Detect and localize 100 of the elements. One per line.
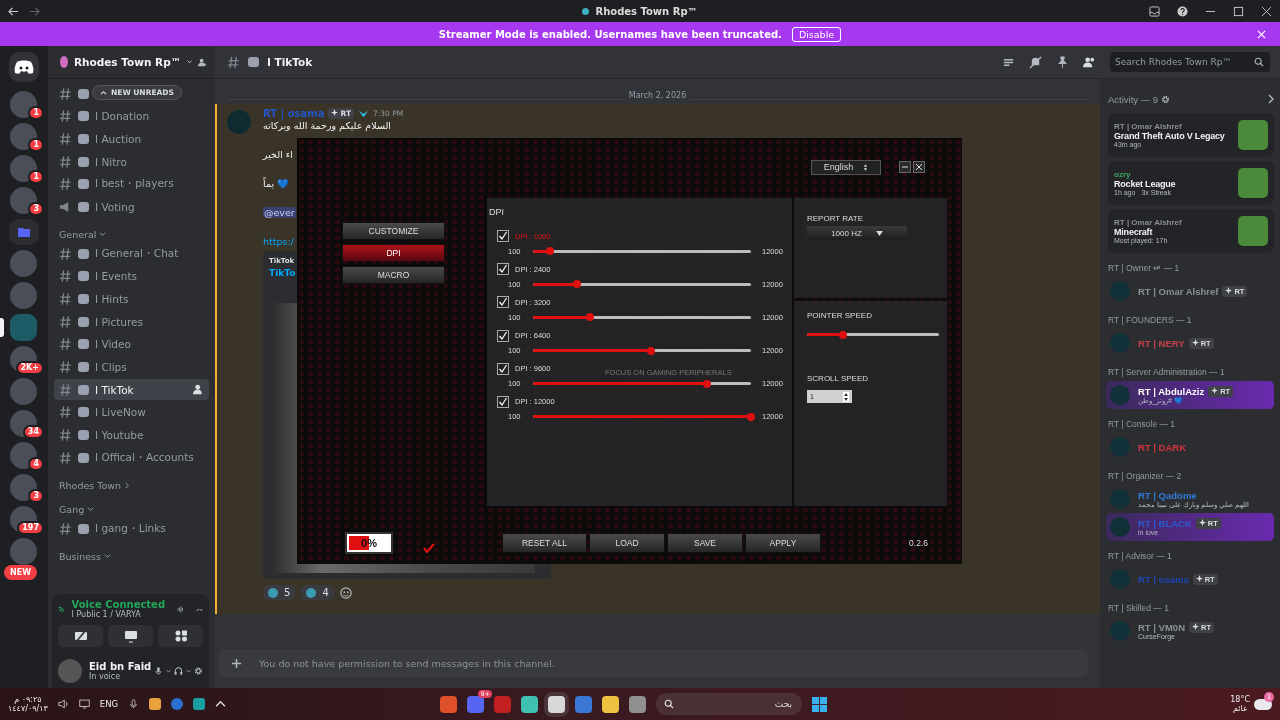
chevron-down-icon[interactable] <box>187 59 193 65</box>
channel-item[interactable]: I Youtube <box>54 424 209 446</box>
monitor-icon[interactable] <box>78 699 90 709</box>
chevron-right-icon[interactable] <box>1268 94 1274 104</box>
tab[interactable]: MACRO <box>342 266 445 284</box>
channel-item[interactable]: I Donation <box>54 105 209 127</box>
channel-item[interactable]: I TikTok <box>54 379 209 401</box>
server-name[interactable]: Rhodes Town Rp™ <box>73 56 182 68</box>
activities-button[interactable] <box>158 625 203 647</box>
chevron-icon[interactable] <box>125 482 131 489</box>
mention[interactable]: @ever <box>263 207 296 218</box>
checkbox[interactable] <box>497 263 509 276</box>
checkbox[interactable] <box>497 230 509 242</box>
forward-arrow-icon[interactable] <box>29 6 40 16</box>
checkbox[interactable] <box>497 395 509 408</box>
channel-item[interactable]: I best・players <box>54 173 209 195</box>
channel-item[interactable]: I gang・Links <box>54 518 209 539</box>
channel-item[interactable]: I Offical・Accounts <box>54 447 209 469</box>
dpi-slider[interactable] <box>533 249 751 253</box>
tab[interactable]: DPI <box>342 244 445 262</box>
maximize-icon[interactable] <box>1233 5 1244 17</box>
dpi-slider[interactable] <box>533 349 751 353</box>
settings-icon[interactable] <box>1161 94 1171 104</box>
chevron-icon[interactable] <box>99 232 107 238</box>
dpi-slider[interactable] <box>533 315 751 319</box>
channel-item[interactable]: I Pictures <box>54 311 209 333</box>
chevron-icon[interactable] <box>103 553 111 559</box>
server-icon[interactable] <box>10 442 37 469</box>
search-field[interactable]: Search Rhodes Town Rp™ <box>1110 52 1270 72</box>
microphone-icon[interactable] <box>128 699 140 709</box>
settings-icon[interactable] <box>194 665 203 677</box>
channel-emoji-icon <box>78 88 89 99</box>
inbox-icon[interactable] <box>1149 5 1160 17</box>
server-icon[interactable] <box>10 155 37 182</box>
category-header[interactable]: Rhodes Town <box>59 480 122 491</box>
checkbox[interactable] <box>497 362 509 375</box>
add-reaction-icon[interactable] <box>339 586 352 599</box>
discord-logo-icon[interactable] <box>9 52 39 82</box>
channel-item[interactable]: I General・Chat <box>54 243 209 265</box>
tab[interactable]: CUSTOMIZE <box>342 222 445 240</box>
pin-icon[interactable] <box>1056 55 1069 69</box>
back-arrow-icon[interactable] <box>8 6 19 16</box>
caret-icon[interactable] <box>186 668 192 674</box>
members-icon[interactable] <box>1083 55 1096 69</box>
channel-item[interactable]: I Hints <box>54 288 209 310</box>
hash-icon <box>59 269 72 284</box>
camera-off-button[interactable] <box>58 625 103 647</box>
app-button[interactable]: RESET ALL <box>502 532 587 553</box>
app-button[interactable]: SAVE <box>667 532 743 553</box>
server-icon[interactable] <box>10 187 37 214</box>
voice-channel-link[interactable]: I Public 1 / VARYA <box>71 610 166 619</box>
server-icon[interactable] <box>10 474 37 501</box>
speaker-icon[interactable] <box>57 699 69 709</box>
disable-button[interactable]: Disable <box>791 26 842 42</box>
checkbox[interactable] <box>497 329 509 342</box>
channel-item[interactable]: I Nitro <box>54 151 209 173</box>
windows-logo-icon[interactable] <box>812 696 827 712</box>
muted-bell-icon[interactable] <box>1029 55 1042 69</box>
channel-item[interactable]: I Voting <box>54 196 209 218</box>
language-indicator[interactable]: ENG <box>99 699 119 709</box>
channel-item[interactable]: I Clips <box>54 356 209 378</box>
app-button[interactable]: APPLY <box>745 532 821 553</box>
close-icon[interactable] <box>1261 5 1272 17</box>
spinner-arrows-icon[interactable] <box>843 391 849 402</box>
report-rate-dropdown[interactable]: 1000 HZ <box>807 226 907 240</box>
channel-item[interactable]: I Video <box>54 333 209 355</box>
search-field[interactable]: بحث <box>656 693 802 715</box>
category-header[interactable]: Business <box>59 550 101 562</box>
reaction-button[interactable]: 4 <box>301 585 334 600</box>
checkbox[interactable] <box>497 296 509 309</box>
headphones-icon[interactable] <box>174 665 183 677</box>
microphone-icon[interactable] <box>154 665 164 677</box>
embed-title-link[interactable]: TikTo <box>269 268 296 278</box>
message-input-field[interactable]: You do not have permission to send messages in this channel. <box>219 649 1088 677</box>
chevron-up-icon[interactable] <box>215 699 227 709</box>
category-header[interactable]: General <box>59 229 97 241</box>
category-header[interactable]: Gang <box>59 504 85 515</box>
server-icon[interactable] <box>10 123 37 150</box>
channel-item[interactable]: I Auction <box>54 128 209 150</box>
pointer-speed-slider[interactable] <box>807 333 939 336</box>
cloud-icon[interactable] <box>1254 698 1272 710</box>
channel-item[interactable]: I LiveNow <box>54 401 209 423</box>
app-icon[interactable] <box>521 695 538 713</box>
reaction-button[interactable]: 5 <box>263 585 296 600</box>
app-button[interactable]: LOAD <box>589 532 665 553</box>
dpi-slider[interactable] <box>533 282 751 286</box>
channel-item[interactable]: I Events <box>54 265 209 287</box>
dpi-slider[interactable] <box>533 382 751 386</box>
language-dropdown[interactable]: English <box>811 159 881 175</box>
chevron-icon[interactable] <box>87 507 95 512</box>
server-icon[interactable] <box>10 91 37 118</box>
close-button[interactable] <box>913 161 925 173</box>
weather-text: غائم <box>1233 704 1248 713</box>
help-icon[interactable] <box>1177 5 1188 17</box>
message-link[interactable]: https:/ <box>263 236 294 247</box>
minimize-button[interactable] <box>899 161 911 173</box>
invite-icon[interactable] <box>193 384 204 396</box>
caret-icon[interactable] <box>166 668 172 674</box>
screen-share-button[interactable] <box>108 625 153 647</box>
plus-icon[interactable] <box>231 657 242 669</box>
